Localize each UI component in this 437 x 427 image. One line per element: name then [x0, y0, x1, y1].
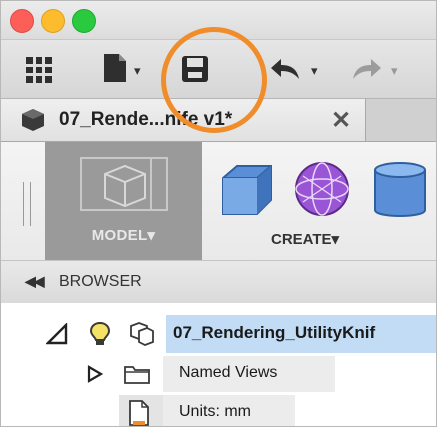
ribbon-grip-icon[interactable]: [23, 182, 31, 226]
browser-header: ◀◀ BROWSER: [1, 261, 436, 304]
redo-menu-caret-icon[interactable]: ▾: [391, 63, 398, 79]
undo-menu-caret-icon[interactable]: ▾: [311, 63, 318, 79]
browser-tree: 07_Rendering_UtilityKnif Named Views Uni…: [1, 303, 436, 426]
browser-title: BROWSER: [59, 273, 142, 290]
lightbulb-icon[interactable]: [89, 321, 111, 347]
quick-access-toolbar: ▾ ▾ ▾: [1, 40, 436, 99]
browser-root-row[interactable]: 07_Rendering_UtilityKnif: [1, 315, 436, 353]
app-window: ▾ ▾ ▾ 07_Rende...nife v1* ✕ MODEL▾ CREAT…: [0, 0, 437, 427]
collapse-browser-icon[interactable]: ◀◀: [25, 273, 44, 290]
create-cylinder-icon[interactable]: [371, 160, 429, 222]
save-icon[interactable]: [180, 54, 210, 84]
collapsed-triangle-icon[interactable]: [87, 365, 103, 383]
units-label: Units: mm: [179, 403, 251, 420]
workspace-switcher[interactable]: MODEL▾: [45, 142, 202, 260]
file-menu-caret-icon[interactable]: ▾: [134, 63, 141, 79]
title-bar: [1, 1, 436, 40]
file-icon[interactable]: [102, 53, 128, 83]
workspace-label: MODEL▾: [91, 227, 156, 244]
undo-icon[interactable]: [269, 56, 303, 82]
expanded-triangle-icon[interactable]: [46, 323, 68, 345]
named-views-label: Named Views: [179, 364, 278, 381]
document-tab-bar: 07_Rende...nife v1* ✕: [1, 99, 436, 142]
folder-icon: [124, 366, 150, 384]
document-tab[interactable]: 07_Rende...nife v1* ✕: [1, 99, 366, 141]
close-window-button[interactable]: [10, 9, 34, 33]
document-settings-icon: [129, 400, 149, 426]
component-icon: [130, 322, 154, 346]
create-menu-label[interactable]: CREATE▾: [271, 230, 339, 248]
document-tab-title: 07_Rende...nife v1*: [59, 109, 233, 130]
close-tab-icon[interactable]: ✕: [331, 106, 351, 135]
browser-root-name: 07_Rendering_UtilityKnif: [173, 323, 376, 342]
ribbon-toolbar: MODEL▾ CREATE▾: [1, 142, 436, 261]
browser-item-units[interactable]: Units: mm: [1, 395, 436, 426]
browser-item-named-views[interactable]: Named Views: [1, 356, 436, 392]
design-cube-icon: [22, 109, 44, 131]
data-panel-grid-icon[interactable]: [26, 57, 52, 83]
minimize-window-button[interactable]: [41, 9, 65, 33]
model-workspace-icon: [80, 157, 168, 211]
create-sphere-icon[interactable]: [293, 160, 351, 218]
create-box-icon[interactable]: [219, 162, 275, 218]
redo-icon[interactable]: [349, 56, 383, 82]
zoom-window-button[interactable]: [72, 9, 96, 33]
